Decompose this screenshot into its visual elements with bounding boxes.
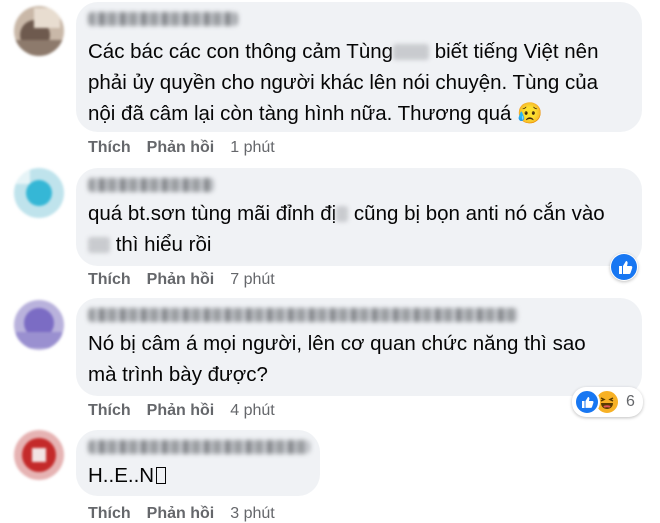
comment-bubble: Các bác các con thông cảm Tùng biết tiến… — [76, 2, 642, 132]
reaction-summary[interactable]: 6 — [572, 387, 643, 417]
comment-actions: Thích Phản hồi 7 phút — [88, 271, 275, 289]
like-link[interactable]: Thích — [88, 505, 131, 523]
timestamp[interactable]: 4 phút — [230, 402, 274, 420]
comment-text: quá bt.sơn tùng mãi đỉnh đị cũng bị bọn … — [88, 202, 605, 256]
sad-face-emoji: 😥 — [517, 102, 543, 125]
blurred-word — [88, 237, 110, 253]
reply-link[interactable]: Phản hồi — [147, 271, 215, 289]
like-reaction-icon — [574, 389, 600, 415]
missing-glyph — [156, 467, 167, 484]
author-name-blurred[interactable] — [88, 308, 518, 322]
author-name-blurred[interactable] — [88, 178, 214, 192]
like-link[interactable]: Thích — [88, 271, 131, 289]
comment-bubble: quá bt.sơn tùng mãi đỉnh đị cũng bị bọn … — [76, 168, 642, 266]
timestamp[interactable]: 3 phút — [230, 505, 274, 523]
avatar[interactable] — [14, 6, 64, 56]
reply-link[interactable]: Phản hồi — [147, 505, 215, 523]
like-link[interactable]: Thích — [88, 139, 131, 157]
reply-link[interactable]: Phản hồi — [147, 139, 215, 157]
comment-actions: Thích Phản hồi 3 phút — [88, 505, 275, 523]
avatar[interactable] — [14, 300, 64, 350]
comment-text: H..E..N — [88, 460, 310, 491]
author-name-blurred[interactable] — [88, 440, 310, 454]
comment-bubble: H..E..N — [76, 430, 320, 496]
like-link[interactable]: Thích — [88, 402, 131, 420]
avatar[interactable] — [14, 430, 64, 480]
blurred-word — [393, 44, 430, 60]
reaction-summary[interactable] — [610, 253, 638, 281]
like-reaction-icon — [611, 254, 637, 280]
reply-link[interactable]: Phản hồi — [147, 402, 215, 420]
avatar[interactable] — [14, 168, 64, 218]
comment-actions: Thích Phản hồi 1 phút — [88, 139, 275, 157]
comment-actions: Thích Phản hồi 4 phút — [88, 402, 275, 420]
timestamp[interactable]: 1 phút — [230, 139, 274, 157]
reaction-count: 6 — [626, 393, 635, 410]
comment-bubble: Nó bị câm á mọi người, lên cơ quan chức … — [76, 298, 642, 396]
author-name-blurred[interactable] — [88, 12, 238, 26]
timestamp[interactable]: 7 phút — [230, 271, 274, 289]
comment-text: Các bác các con thông cảm Tùng biết tiến… — [88, 40, 599, 125]
blurred-word — [336, 206, 349, 222]
comment-text: Nó bị câm á mọi người, lên cơ quan chức … — [88, 332, 586, 386]
